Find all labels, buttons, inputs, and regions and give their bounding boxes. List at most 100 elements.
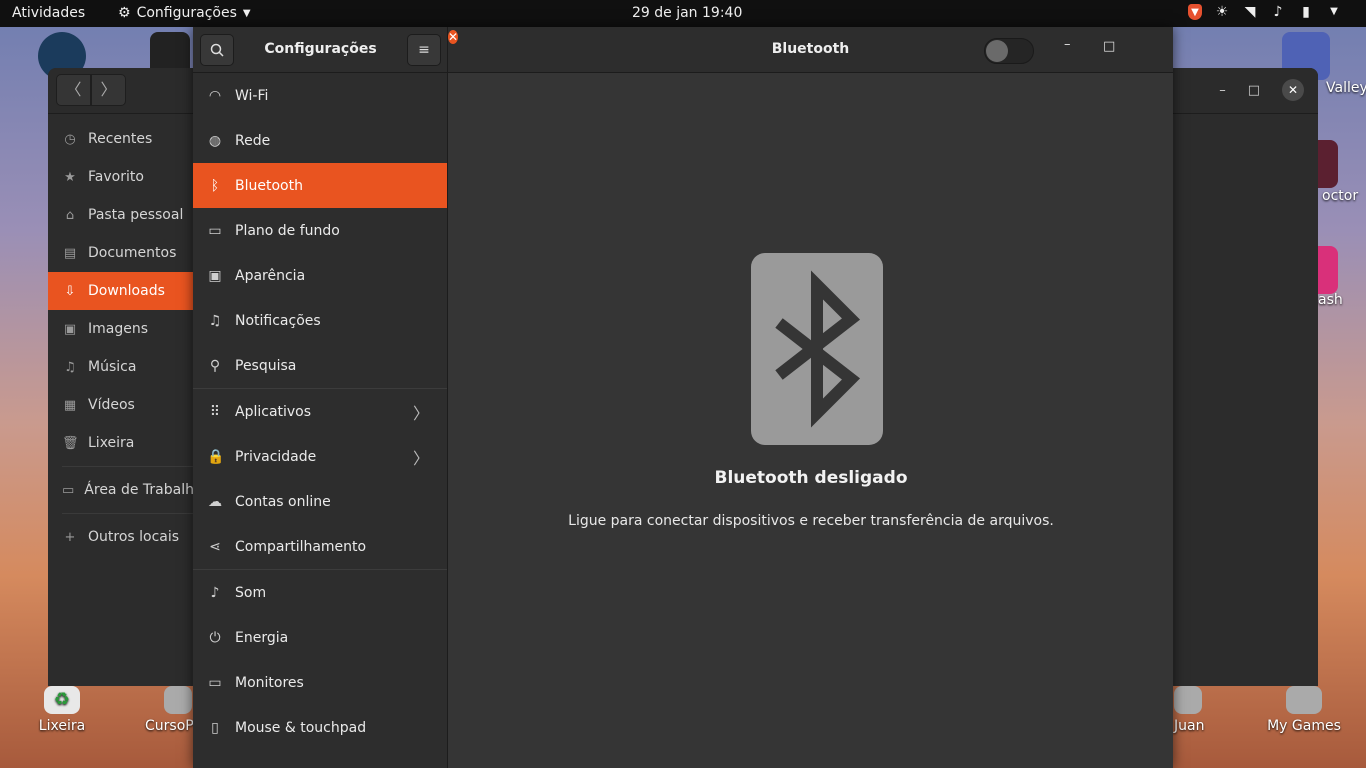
files-sidebar-item-videos[interactable]: ▦ Vídeos xyxy=(48,386,193,424)
app-menu-label: Configurações xyxy=(136,5,237,21)
sidebar-item-label: Energia xyxy=(235,629,289,646)
document-icon: ▤ xyxy=(63,245,77,261)
maximize-icon[interactable]: □ xyxy=(1248,83,1260,98)
sidebar-item-bluetooth[interactable]: ᛒ Bluetooth xyxy=(193,163,447,208)
brightness-icon[interactable]: ☀ xyxy=(1214,3,1230,21)
monitor-icon: ▭ xyxy=(208,674,222,691)
files-sidebar-label: Vídeos xyxy=(88,397,135,413)
files-sidebar-item-outros-locais[interactable]: + Outros locais xyxy=(48,518,193,556)
sidebar-item-label: Som xyxy=(235,584,267,601)
desktop-icon-label: CursoP xyxy=(145,718,193,734)
bluetooth-disabled-icon xyxy=(751,253,883,445)
maximize-button[interactable]: □ xyxy=(1103,39,1115,54)
files-sidebar-item-downloads[interactable]: ⇩ Downloads xyxy=(48,272,193,310)
search-icon: ⚲ xyxy=(209,357,221,374)
appearance-icon: ▣ xyxy=(208,267,222,284)
clock[interactable]: 29 de jan 19:40 xyxy=(632,5,742,21)
sidebar-item-plano-de-fundo[interactable]: ▭ Plano de fundo xyxy=(193,208,447,253)
back-button[interactable]: 〈 xyxy=(56,74,91,106)
files-sidebar-item-imagens[interactable]: ▣ Imagens xyxy=(48,310,193,348)
files-sidebar-item-lixeira[interactable]: 🗑 Lixeira xyxy=(48,424,193,462)
sidebar-item-label: Monitores xyxy=(235,674,304,691)
sidebar-item-aplicativos[interactable]: ⠿ Aplicativos 〉 xyxy=(193,389,447,434)
files-sidebar-label: Música xyxy=(88,359,137,375)
sidebar-item-label: Aplicativos xyxy=(235,403,312,420)
files-sidebar-label: Downloads xyxy=(88,283,165,299)
mouse-icon: ▯ xyxy=(211,719,219,736)
bluetooth-toggle[interactable] xyxy=(984,38,1034,64)
files-sidebar-item-musica[interactable]: ♫ Música xyxy=(48,348,193,386)
clock-icon: ◷ xyxy=(64,131,76,147)
desktop-icon-curso[interactable]: CursoP xyxy=(140,686,193,734)
files-sidebar-item-documentos[interactable]: ▤ Documentos xyxy=(48,234,193,272)
sidebar-item-label: Contas online xyxy=(235,493,331,510)
image-icon: ▣ xyxy=(63,321,77,337)
wifi-icon: ◠ xyxy=(208,87,222,104)
sidebar-item-energia[interactable]: ⏻ Energia xyxy=(193,615,447,660)
chevron-right-icon: 〉 xyxy=(412,448,429,468)
top-bar: Atividades ⚙ Configurações ▼ 29 de jan 1… xyxy=(0,0,1366,27)
brave-icon[interactable]: ▼ xyxy=(1188,4,1202,20)
sidebar-item-label: Rede xyxy=(235,132,271,149)
plus-icon: + xyxy=(64,529,76,545)
close-icon[interactable]: ✕ xyxy=(1282,79,1304,101)
activities-button[interactable]: Atividades xyxy=(12,5,85,21)
files-sidebar-item-pasta-pessoal[interactable]: ⌂ Pasta pessoal xyxy=(48,196,193,234)
sidebar-item-contas-online[interactable]: ☁ Contas online xyxy=(193,479,447,524)
sidebar-item-label: Wi-Fi xyxy=(235,87,269,104)
desktop-icon-mygames[interactable]: My Games xyxy=(1264,686,1344,734)
minimize-button[interactable]: – xyxy=(1064,37,1071,52)
gear-icon: ⚙ xyxy=(118,5,131,21)
volume-icon[interactable]: ♪ xyxy=(1270,3,1286,21)
sidebar-item-notificacoes[interactable]: ♫ Notificações xyxy=(193,298,447,343)
caret-down-icon: ▼ xyxy=(242,7,251,19)
sidebar-item-wifi[interactable]: ◠ Wi-Fi xyxy=(193,73,447,118)
toggle-knob xyxy=(986,40,1008,62)
video-icon: ▦ xyxy=(63,397,77,413)
recycle-icon: ♻ xyxy=(44,686,80,714)
files-sidebar-item-recentes[interactable]: ◷ Recentes xyxy=(48,120,193,158)
chevron-right-icon: 〉 xyxy=(412,403,429,423)
bell-icon: ♫ xyxy=(208,312,222,329)
desktop-icon-label: Lixeira xyxy=(38,718,86,734)
battery-icon[interactable]: ▮ xyxy=(1298,3,1314,21)
files-sidebar-item-area-de-trabalho[interactable]: ▭ Área de Trabalho xyxy=(48,471,203,509)
sidebar-item-label: Pesquisa xyxy=(235,357,297,374)
sidebar-item-rede[interactable]: ◍ Rede xyxy=(193,118,447,163)
download-icon: ⇩ xyxy=(64,283,76,299)
sidebar-item-monitores[interactable]: ▭ Monitores xyxy=(193,660,447,705)
sidebar-item-som[interactable]: ♪ Som xyxy=(193,570,447,615)
app-menu[interactable]: ⚙ Configurações ▼ xyxy=(118,5,251,21)
sidebar-item-label: Aparência xyxy=(235,267,306,284)
folder-icon xyxy=(1286,686,1322,714)
sidebar-item-label: Plano de fundo xyxy=(235,222,340,239)
sidebar-item-aparencia[interactable]: ▣ Aparência xyxy=(193,253,447,298)
power-icon: ⏻ xyxy=(209,629,221,646)
sidebar-item-pesquisa[interactable]: ⚲ Pesquisa xyxy=(193,343,447,388)
files-sidebar: ◷ Recentes ★ Favorito ⌂ Pasta pessoal ▤ Docu… xyxy=(48,114,203,686)
power-menu-icon[interactable]: ▼ xyxy=(1326,3,1342,21)
desktop-icon-label: octor xyxy=(1322,188,1359,204)
files-sidebar-label: Documentos xyxy=(88,245,177,261)
trash-icon: 🗑 xyxy=(62,435,79,451)
files-sidebar-label: Pasta pessoal xyxy=(88,207,184,223)
files-sidebar-label: Área de Trabalho xyxy=(84,482,203,498)
sidebar-item-compartilhamento[interactable]: ⋖ Compartilhamento xyxy=(193,524,447,569)
sidebar-item-mouse-touchpad[interactable]: ▯ Mouse & touchpad xyxy=(193,705,447,750)
system-tray[interactable]: ▼ ☀ ◥ ♪ ▮ ▼ xyxy=(1188,3,1342,21)
forward-button[interactable]: 〉 xyxy=(91,74,126,106)
desktop-icon-trash[interactable]: ♻ Lixeira xyxy=(22,686,102,734)
music-note-icon: ♪ xyxy=(210,584,220,601)
cloud-icon: ☁ xyxy=(208,493,222,510)
wifi-icon[interactable]: ◥ xyxy=(1242,3,1258,21)
minimize-icon[interactable]: – xyxy=(1219,83,1226,98)
sidebar-item-label: Compartilhamento xyxy=(235,538,367,555)
sidebar-item-label: Mouse & touchpad xyxy=(235,719,367,736)
files-sidebar-item-favorito[interactable]: ★ Favorito xyxy=(48,158,193,196)
settings-sidebar: ◠ Wi-Fi ◍ Rede ᛒ Bluetooth ▭ Plano de fundo … xyxy=(193,73,448,768)
main-menu-button[interactable]: ≡ xyxy=(407,34,441,66)
desktop-icon-juan[interactable]: Juan xyxy=(1174,686,1214,734)
apps-grid-icon: ⠿ xyxy=(209,403,221,420)
sidebar-item-privacidade[interactable]: 🔒 Privacidade 〉 xyxy=(193,434,447,479)
share-icon: ⋖ xyxy=(209,538,221,555)
